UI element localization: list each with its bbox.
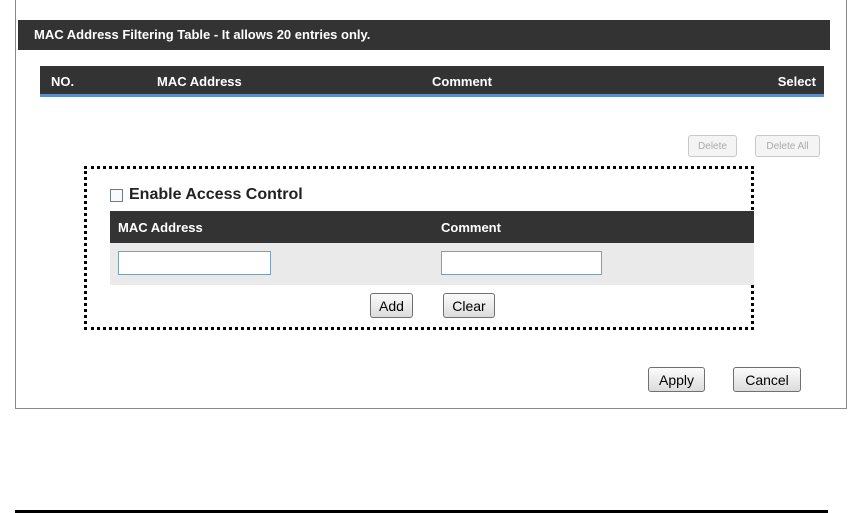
enable-access-control-checkbox[interactable] [110,188,123,202]
add-button[interactable]: Add [370,293,413,318]
enable-access-control-label: Enable Access Control [129,186,303,203]
apply-button[interactable]: Apply [648,367,705,392]
clear-button[interactable]: Clear [443,293,495,318]
cancel-button[interactable]: Cancel [733,367,801,392]
comment-header: Comment [441,220,501,235]
delete-button[interactable]: Delete [688,135,737,157]
comment-input[interactable] [441,251,602,275]
column-no: NO. [51,74,75,89]
column-mac-address: MAC Address [157,74,242,89]
enable-access-control[interactable]: Enable Access Control [110,185,303,205]
column-select: Select [777,74,816,89]
column-comment: Comment [432,74,492,89]
add-entry-row [110,243,754,285]
filter-table-title: MAC Address Filtering Table - It allows … [18,20,830,50]
delete-all-button[interactable]: Delete All [755,135,820,157]
mac-address-header: MAC Address [118,220,203,235]
mac-address-input[interactable] [118,251,271,275]
filter-table-header: NO. MAC Address Comment Select [40,66,824,97]
add-entry-header: MAC Address Comment [110,211,754,243]
